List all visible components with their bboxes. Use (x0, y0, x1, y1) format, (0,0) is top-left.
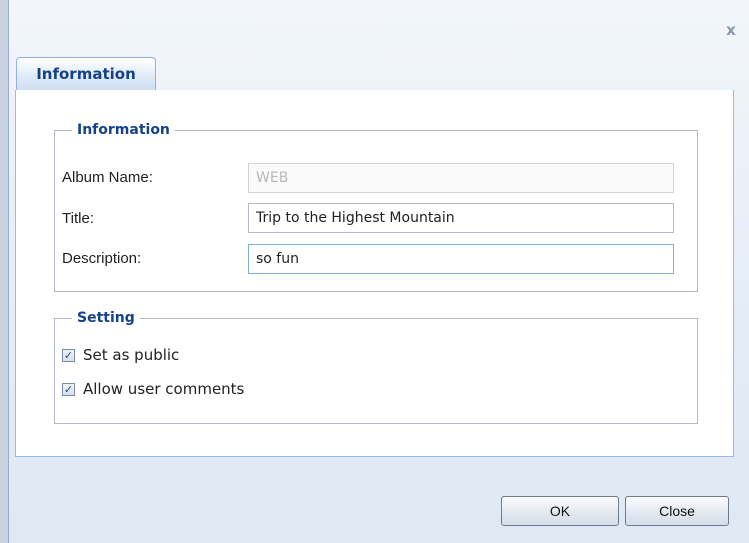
allow-comments-label: Allow user comments (83, 380, 245, 398)
tab-bar: Information (15, 55, 734, 91)
tab-panel: Information Album Name: WEB Title: Trip … (15, 90, 734, 457)
information-legend: Information (77, 122, 170, 138)
close-button[interactable]: Close (625, 496, 729, 526)
album-dialog: x Information Information Album Name: WE… (8, 0, 749, 543)
background-strip (0, 0, 8, 543)
setting-fieldset: Setting (54, 310, 698, 424)
ok-button[interactable]: OK (501, 496, 619, 526)
title-label: Title: (62, 210, 94, 227)
set-public-label: Set as public (83, 346, 180, 364)
album-name-label: Album Name: (62, 169, 153, 186)
album-name-field: WEB (248, 163, 674, 193)
title-field[interactable]: Trip to the Highest Mountain (248, 203, 674, 233)
tab-information[interactable]: Information (16, 57, 156, 90)
allow-comments-checkbox-row[interactable]: ✓ Allow user comments (62, 380, 244, 398)
set-public-checkbox-row[interactable]: ✓ Set as public (62, 346, 179, 364)
description-label: Description: (62, 250, 142, 267)
close-icon[interactable]: x (723, 22, 739, 38)
allow-comments-checkbox[interactable]: ✓ (62, 382, 75, 396)
description-field[interactable]: so fun (248, 244, 674, 274)
set-public-checkbox[interactable]: ✓ (62, 348, 75, 362)
setting-legend: Setting (77, 310, 135, 326)
